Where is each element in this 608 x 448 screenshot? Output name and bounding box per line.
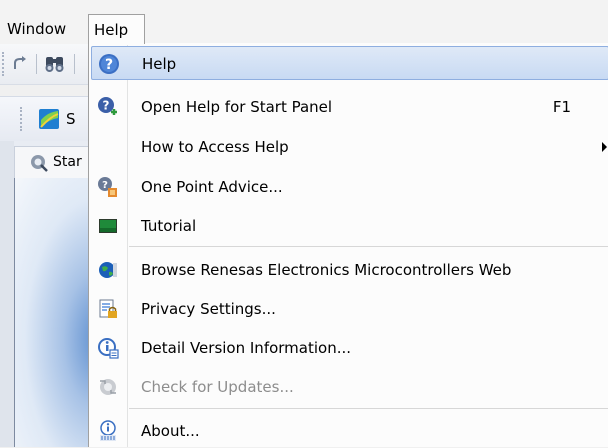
start-panel-icon [29,153,49,173]
help-question-icon: ? [98,53,120,75]
menu-item-label: One Point Advice... [141,178,283,196]
toolbar-separator [74,54,75,74]
tab-start-panel-label: Star [53,154,82,170]
menu-item-label: Detail Version Information... [141,339,352,357]
web-globe-icon [97,259,119,281]
menu-item-privacy-settings[interactable]: Privacy Settings... [91,292,608,326]
version-info-icon [97,337,119,359]
submenu-arrow-icon [602,142,607,152]
shortcut-f1: F1 [552,98,571,116]
menu-item-browse-renesas-web[interactable]: Browse Renesas Electronics Microcontroll… [91,253,608,287]
svg-text:?: ? [105,57,113,73]
menu-separator [129,408,608,409]
binoculars-icon[interactable] [44,54,66,74]
advice-icon: ? [97,176,119,198]
menu-help[interactable]: Help [88,14,145,44]
update-check-icon [97,376,119,398]
toolbar-grip[interactable] [2,52,6,76]
menu-item-check-for-updates: Check for Updates... [91,370,608,404]
menu-item-how-to-access-help[interactable]: How to Access Help [91,130,608,164]
privacy-lock-icon [97,298,119,320]
menu-bar: Window Help [0,0,608,44]
toolbar-separator [36,54,37,74]
menu-window[interactable]: Window [2,14,86,44]
window-left-edge [0,141,14,447]
svg-text:?: ? [102,180,108,191]
menu-item-label: Tutorial [141,217,197,235]
menu-item-help[interactable]: ? Help [91,46,608,80]
menu-item-label: Check for Updates... [141,378,294,396]
menu-item-label: About... [141,422,200,440]
menu-item-label: Help [142,55,177,73]
menu-item-tutorial[interactable]: Tutorial [91,209,608,243]
standard-toolbar [0,44,96,85]
about-info-icon [97,420,119,442]
menu-item-label: How to Access Help [141,138,289,156]
start-panel-content [14,178,99,447]
help-context-icon: ? [97,96,119,118]
help-dropdown-menu: ? Help ? Open Help for Start Panel F1 Ho… [88,43,608,447]
start-tool-icon[interactable] [38,108,60,130]
tutorial-icon [97,215,119,237]
svg-text:?: ? [103,99,110,113]
menu-item-label: Browse Renesas Electronics Microcontroll… [141,261,512,279]
menu-item-one-point-advice[interactable]: ? One Point Advice... [91,170,608,204]
menu-item-open-help-start-panel[interactable]: ? Open Help for Start Panel F1 [91,90,608,124]
redo-icon[interactable] [10,54,30,74]
toolbar-grip[interactable] [20,107,24,131]
menu-separator [129,246,608,247]
toolbar-partial-label: S [66,110,76,128]
menu-item-detail-version-info[interactable]: Detail Version Information... [91,331,608,365]
tab-start-panel[interactable]: Star [14,146,98,178]
menu-item-about[interactable]: About... [91,414,608,448]
menu-item-label: Privacy Settings... [141,300,276,318]
tools-toolbar: S [0,96,96,142]
menu-item-label: Open Help for Start Panel [141,98,333,116]
